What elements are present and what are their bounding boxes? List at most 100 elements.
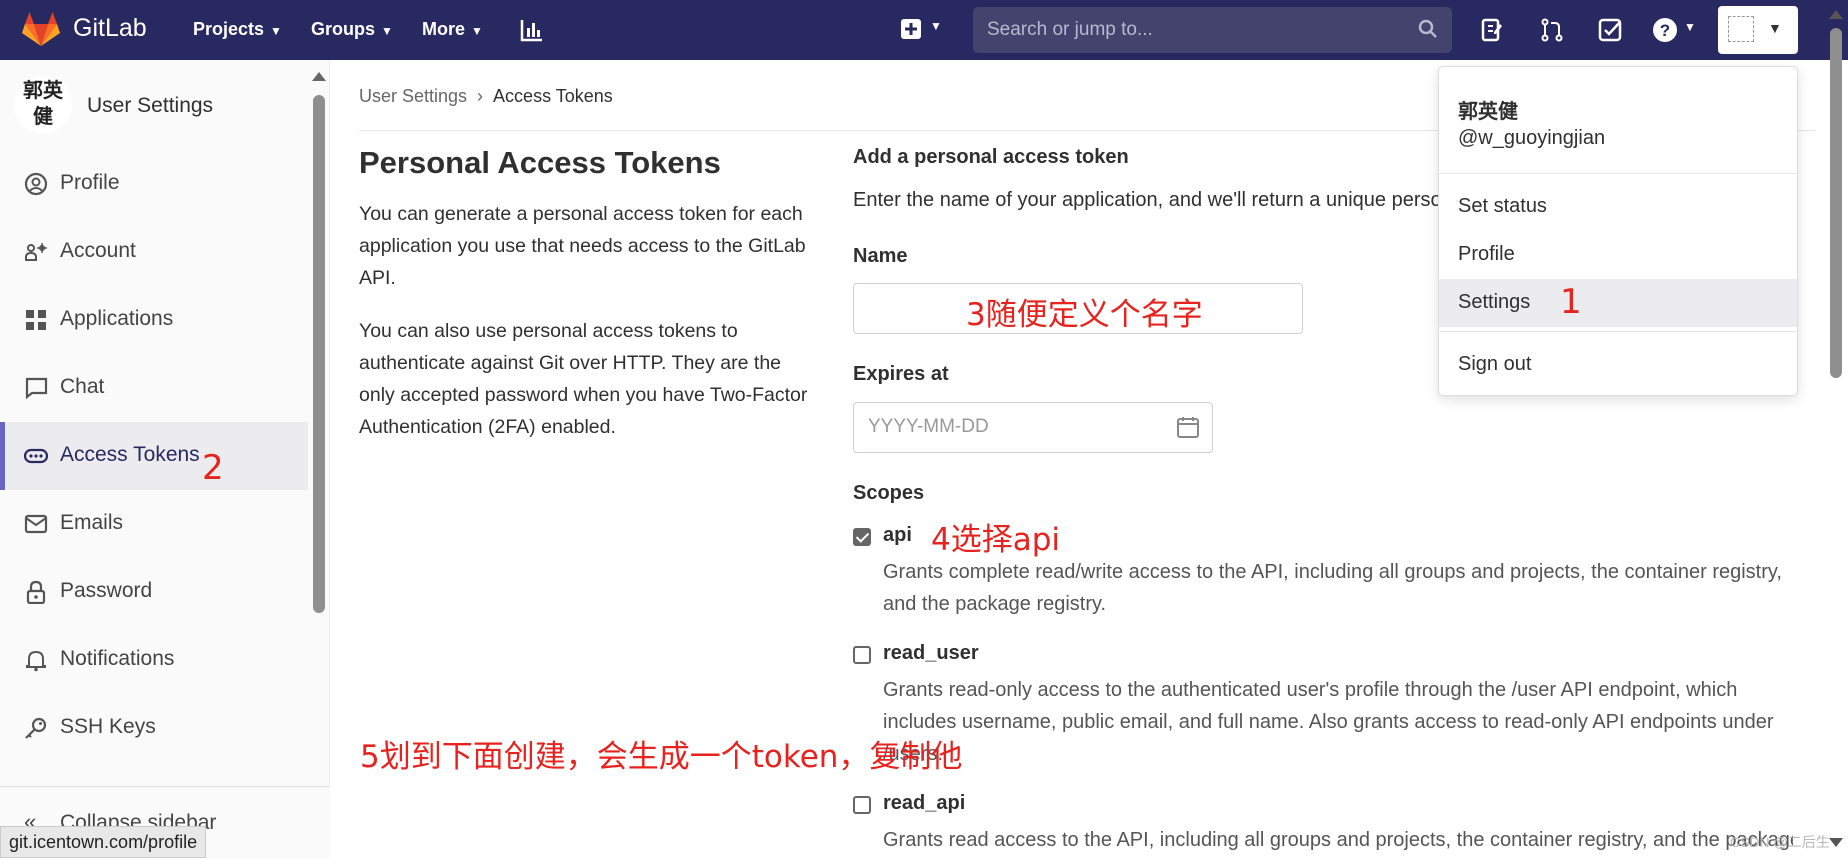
help-icon: ? [1653,18,1677,42]
chevron-down-icon: ▼ [471,24,483,38]
annotation-step-3: 3随便定义个名字 [966,297,1203,333]
scopes-label: Scopes [853,482,925,504]
lock-icon [26,580,46,604]
menu-item-settings[interactable]: Settings [1439,279,1797,327]
scope-description: Grants read access to the API, including… [883,829,1793,851]
nav-groups-label: Groups [311,19,376,39]
applications-icon [26,310,46,330]
scope-name[interactable]: read_api [883,792,965,815]
breadcrumb-current[interactable]: Access Tokens [493,86,613,106]
sidebar-item-access-tokens[interactable]: Access Tokens [0,422,308,490]
page-scroll-up-arrow[interactable] [1829,10,1843,19]
help-dropdown[interactable]: ? ▼ [1652,17,1696,48]
sidebar-item-label: Applications [60,307,174,330]
sidebar-item-account[interactable]: Account [0,218,308,286]
dropdown-divider [1439,331,1797,332]
scope-read-api-checkbox[interactable] [853,796,871,814]
expires-at-input[interactable]: YYYY-MM-DD [853,402,1213,453]
sidebar-item-label: Password [60,579,153,602]
chevron-down-icon: ▼ [1684,20,1696,34]
scope-name[interactable]: api [883,524,912,547]
sidebar-item-chat[interactable]: Chat [0,354,308,422]
sidebar-item-ssh-keys[interactable]: SSH Keys [0,694,308,762]
chevron-down-icon: ▼ [270,24,282,38]
scope-api-checkbox[interactable] [853,528,871,546]
active-indicator [0,422,5,490]
chevron-down-icon: ▼ [930,19,942,33]
todos-icon[interactable] [1598,18,1622,42]
sidebar-item-label: SSH Keys [60,715,156,738]
nav-more-dropdown[interactable]: More ▼ [422,19,483,40]
search-input[interactable]: Search or jump to... [973,7,1452,53]
nav-projects-dropdown[interactable]: Projects ▼ [193,19,282,40]
sidebar-scroll-up-arrow[interactable] [312,72,326,81]
chat-icon [25,377,48,400]
sidebar-item-label: Access Tokens [60,443,200,466]
top-navbar: GitLab Projects ▼ Groups ▼ More ▼ ▼ Search … [0,0,1848,60]
sidebar-item-password[interactable]: Password [0,558,308,626]
nav-more-label: More [422,19,466,39]
annotation-step-4: 4选择api [931,522,1061,558]
issues-icon[interactable] [1480,18,1504,42]
dropdown-divider [1439,173,1797,174]
scope-read-user-checkbox[interactable] [853,646,871,664]
watermark: CSDN @二后生 [1730,834,1830,850]
key-icon [25,717,47,739]
menu-item-label: Sign out [1458,353,1532,375]
settings-sidebar: 郭英健 User Settings Profile Account Applic… [0,60,330,858]
search-icon [1418,19,1437,38]
breadcrumb-parent[interactable]: User Settings [359,86,467,106]
menu-item-set-status[interactable]: Set status [1439,183,1797,231]
brand-name[interactable]: GitLab [73,14,147,43]
profile-icon [24,172,48,196]
avatar [1728,16,1754,42]
scope-name[interactable]: read_user [883,642,979,665]
menu-item-label: Profile [1458,243,1515,265]
name-label: Name [853,245,908,267]
svg-text:?: ? [1660,21,1670,40]
sidebar-header[interactable]: 郭英健 User Settings [14,76,314,136]
gitlab-logo-icon[interactable] [22,12,60,48]
sidebar-item-emails[interactable]: Emails [0,490,308,558]
activity-chart-icon[interactable] [520,18,544,42]
sidebar-item-profile[interactable]: Profile [0,150,308,218]
sidebar-avatar: 郭英健 [14,76,72,134]
sidebar-item-label: Notifications [60,647,175,670]
sidebar-scrollbar[interactable] [313,95,325,613]
expires-at-label: Expires at [853,363,949,385]
page-title: Personal Access Tokens [359,145,721,180]
page-scrollbar[interactable] [1830,28,1842,378]
sidebar-item-label: Chat [60,375,105,398]
user-menu-button[interactable]: ▼ [1718,6,1798,54]
dropdown-username[interactable]: @w_guoyingjian [1458,127,1605,150]
chevron-down-icon: ▼ [381,24,393,38]
page-description-2fa: You can also use personal access tokens … [359,320,808,438]
page-description: You can generate a personal access token… [359,203,806,289]
new-item-dropdown[interactable]: ▼ [900,18,942,45]
sidebar-title: User Settings [87,94,214,117]
menu-item-label: Settings [1458,291,1531,313]
sidebar-item-applications[interactable]: Applications [0,286,308,354]
status-bar-url: git.icentown.com/profile [0,826,207,858]
search-placeholder: Search or jump to... [987,19,1153,40]
form-intro: Enter the name of your application, and … [853,189,1443,211]
scope-description: Grants read-only access to the authentic… [883,679,1774,765]
sidebar-item-label: Account [60,239,136,262]
menu-item-profile[interactable]: Profile [1439,231,1797,279]
nav-groups-dropdown[interactable]: Groups ▼ [311,19,393,40]
chevron-down-icon: ▼ [1768,20,1782,36]
access-tokens-icon [24,448,48,464]
sidebar-item-notifications[interactable]: Notifications [0,626,308,694]
dropdown-user-name[interactable]: 郭英健 [1458,95,1518,124]
scope-read-api: read_api Grants read access to the API, … [853,792,1793,858]
bell-icon [26,650,46,672]
merge-requests-icon[interactable] [1540,18,1564,42]
expires-at-placeholder: YYYY-MM-DD [868,416,989,437]
breadcrumb: User Settings › Access Tokens [359,86,613,107]
menu-item-sign-out[interactable]: Sign out [1439,341,1797,389]
annotation-step-5: 5划到下面创建，会生成一个token，复制他 [360,739,963,775]
form-heading: Add a personal access token [853,146,1129,168]
page-scroll-down-arrow[interactable] [1829,838,1843,847]
sidebar-item-label: Profile [60,171,120,194]
calendar-icon[interactable] [1176,415,1200,439]
